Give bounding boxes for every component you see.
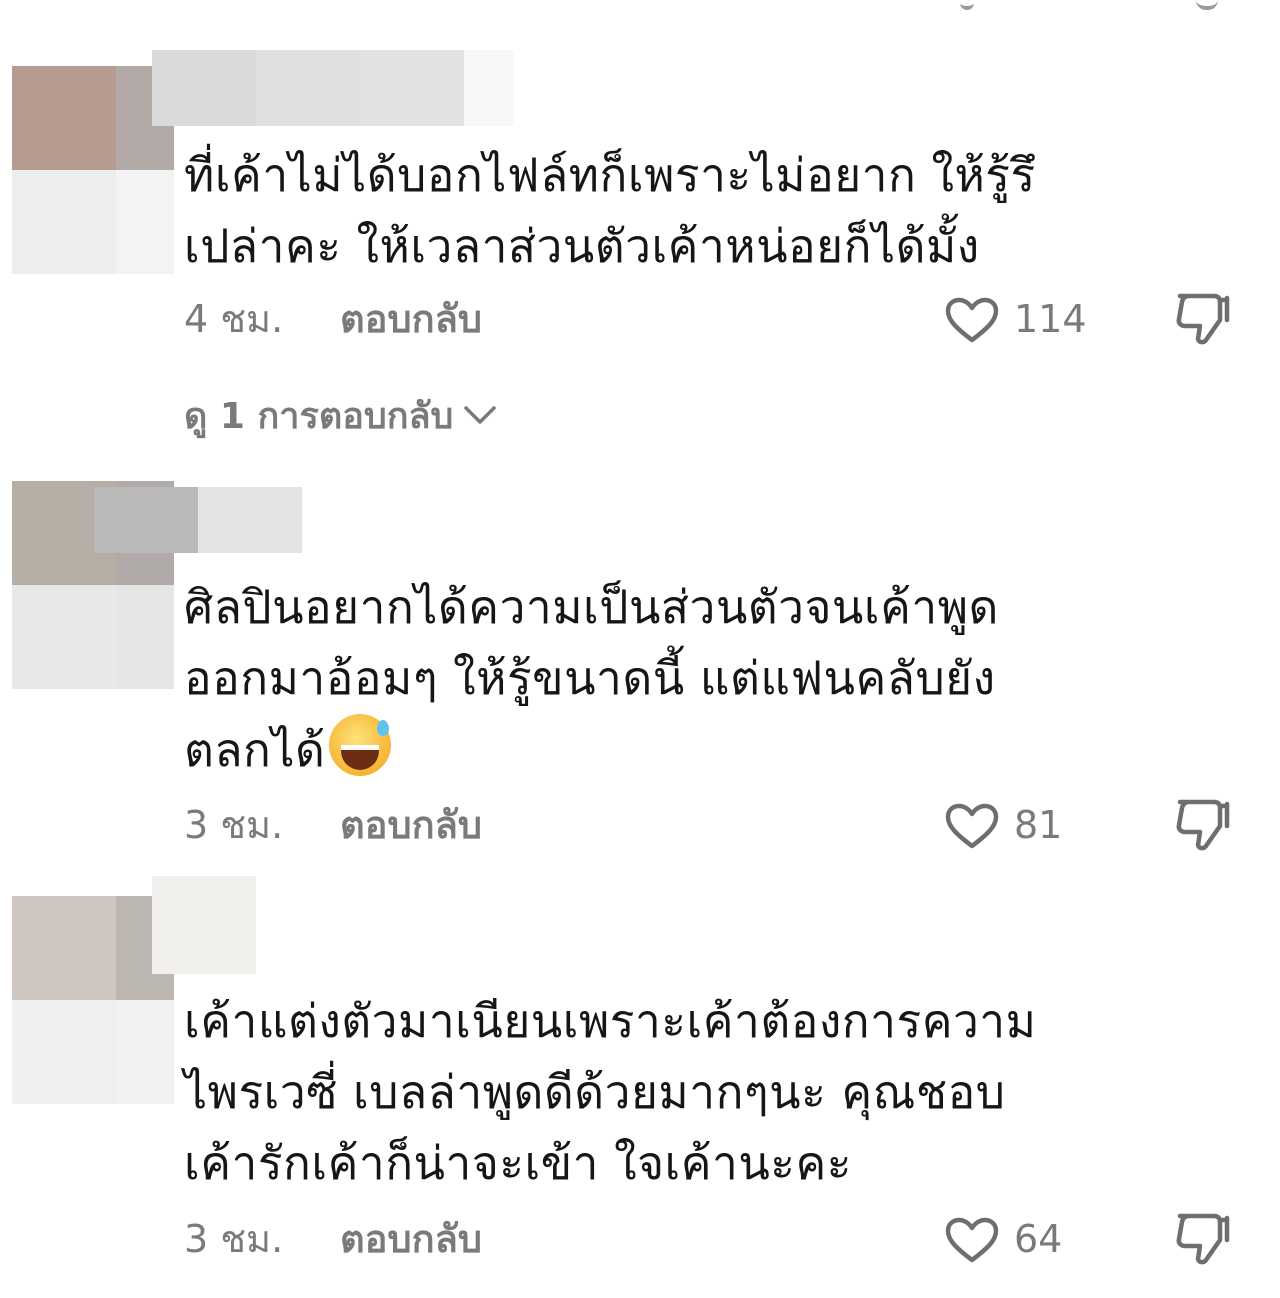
comment-text: ที่เค้าไม่ได้บอกไฟล์ทก็เพราะไม่อยาก ให้ร… [184,140,1184,282]
comment-line: เค้ารักเค้าก็น่าจะเข้า ใจเค้านะคะ [184,1136,852,1190]
chevron-down-icon [464,406,497,424]
like-icon-remnant [960,0,974,10]
thumbs-down-icon[interactable] [1174,1210,1232,1268]
username-blurred[interactable] [152,876,256,974]
view-replies-label: ดู 1 การตอบกลับ [184,395,454,437]
comment-line: ไพรเวซี่ เบลล่าพูดดีด้วยมากๆนะ คุณชอบ [184,1065,1006,1119]
comment-line: ศิลปินอยากได้ความเป็นส่วนตัวจนเค้าพูด [184,580,999,634]
heart-icon[interactable] [944,802,1000,850]
like-count: 114 [1014,297,1087,341]
like-count: 81 [1014,803,1063,847]
previous-comment-remnant [0,0,1280,12]
comment-line: เค้าแต่งตัวมาเนียนเพราะเค้าต้องการความ [184,994,1037,1048]
username-blurred[interactable] [94,487,302,553]
comment-line: เปล่าคะ ให้เวลาส่วนตัวเค้าหน่อยก็ได้มั้ง [184,219,980,273]
reply-button[interactable]: ตอบกลับ [340,294,482,344]
avatar[interactable] [12,66,174,274]
reply-button[interactable]: ตอบกลับ [340,800,482,850]
username-blurred[interactable] [152,50,514,126]
comment-actions: 3 ชม. ตอบกลับ 81 [184,799,1244,851]
comment-line: ตลกได้ [184,714,1184,786]
comment-actions: 3 ชม. ตอบกลับ 64 [184,1213,1244,1265]
comment-line: ที่เค้าไม่ได้บอกไฟล์ทก็เพราะไม่อยาก ให้ร… [184,148,1036,202]
like-count: 64 [1014,1217,1063,1261]
thumbs-down-icon[interactable] [1174,796,1232,854]
view-replies-button[interactable]: ดู 1 การตอบกลับ [184,392,497,438]
grinning-sweat-emoji-icon [329,714,392,776]
comment-actions: 4 ชม. ตอบกลับ 114 [184,293,1244,345]
heart-icon[interactable] [944,296,1000,344]
comment-line: ออกมาอ้อมๆ ให้รู้ขนาดนี้ แต่แฟนคลับยัง [184,651,996,705]
thumbs-down-icon[interactable] [1174,290,1232,348]
comment-text: ศิลปินอยากได้ความเป็นส่วนตัวจนเค้าพูด ออ… [184,572,1184,786]
dislike-icon-remnant [1196,0,1218,10]
timestamp: 3 ชม. [184,803,284,847]
avatar[interactable] [12,896,174,1104]
timestamp: 3 ชม. [184,1217,284,1261]
heart-icon[interactable] [944,1216,1000,1264]
reply-button[interactable]: ตอบกลับ [340,1214,482,1264]
timestamp: 4 ชม. [184,297,284,341]
comment-text: เค้าแต่งตัวมาเนียนเพราะเค้าต้องการความ ไ… [184,986,1184,1199]
